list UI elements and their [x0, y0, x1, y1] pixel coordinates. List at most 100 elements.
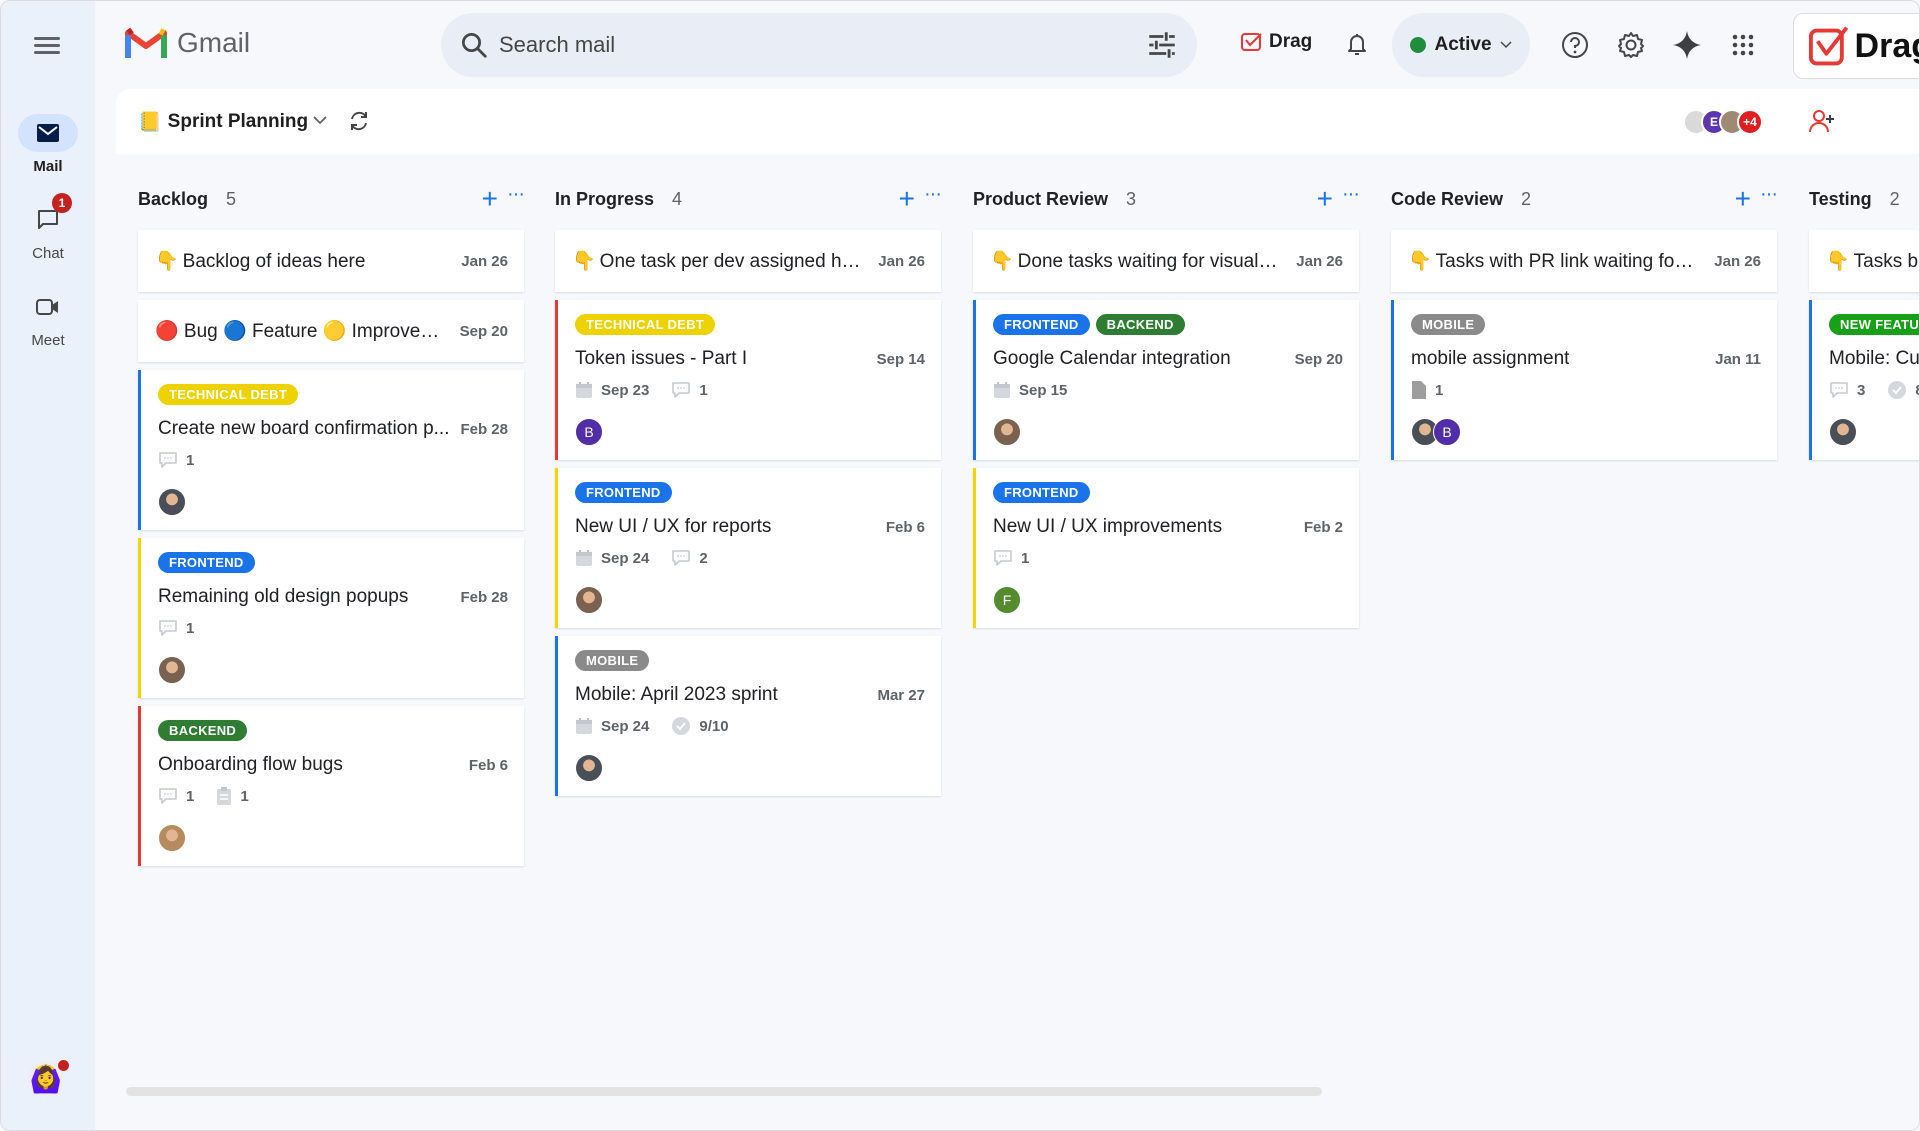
rail-item-mail[interactable]: Mail: [1, 114, 95, 175]
search-icon[interactable]: [459, 30, 489, 60]
assignee-avatar[interactable]: [575, 586, 603, 614]
help-icon[interactable]: [1557, 27, 1593, 63]
gmail-logo[interactable]: Gmail: [125, 27, 250, 59]
card-tags: TECHNICAL DEBT: [575, 314, 925, 336]
comment-icon: [671, 381, 691, 399]
column-title: In Progress: [555, 188, 655, 209]
note-card[interactable]: 👇 One task per dev assigned here Jan 26: [555, 230, 941, 292]
column-header: In Progress 4 + ···: [555, 177, 942, 221]
assignee-avatar[interactable]: F: [993, 586, 1021, 614]
card-tags: FRONTEND: [575, 482, 925, 504]
note-card[interactable]: 👇 Backlog of ideas here Jan 26: [138, 230, 524, 292]
drag-toolbar-label: Drag: [1269, 31, 1313, 52]
meta-comments-value: 1: [699, 381, 708, 399]
rail-item-meet[interactable]: Meet: [1, 288, 95, 349]
task-card[interactable]: FRONTEND New UI / UX improvements Feb 2 1 F: [973, 468, 1359, 628]
notifications-bell-icon[interactable]: [1345, 31, 1369, 62]
add-card-button[interactable]: +: [1735, 185, 1751, 213]
card-assignees: [1829, 418, 1919, 446]
add-card-button[interactable]: +: [482, 185, 498, 213]
note-text-label: Backlog of ideas here: [182, 251, 366, 272]
card-title: Remaining old design popups: [158, 586, 409, 607]
add-member-icon[interactable]: [1808, 107, 1836, 140]
note-text-label: Tasks be: [1853, 251, 1919, 272]
assignee-avatar[interactable]: B: [575, 418, 603, 446]
column-more-icon[interactable]: ···: [924, 183, 942, 206]
search-input[interactable]: [499, 32, 1145, 58]
assignee-avatar[interactable]: [575, 754, 603, 782]
task-card[interactable]: MOBILE Mobile: April 2023 sprint Mar 27 Sep…: [555, 636, 941, 796]
board-members[interactable]: E +4: [1683, 109, 1763, 135]
column-more-icon[interactable]: ···: [1342, 183, 1360, 206]
main-menu-icon[interactable]: [29, 33, 65, 59]
video-icon: [18, 288, 78, 326]
task-card[interactable]: FRONTEND BACKEND Google Calendar integrati…: [973, 300, 1359, 460]
rail-label-meet: Meet: [31, 332, 65, 349]
note-card[interactable]: 👇 Tasks with PR link waiting for ... Jan 2…: [1391, 230, 1777, 292]
board-switch-chevron-icon[interactable]: [312, 113, 328, 131]
meta-checklist-value: 1: [240, 787, 249, 805]
assignee-avatar[interactable]: [993, 418, 1021, 446]
card-assignees: [993, 418, 1343, 446]
card-list: 👇 Done tasks waiting for visual c... Jan 2…: [973, 230, 1359, 628]
add-card-button[interactable]: +: [1317, 185, 1333, 213]
board-column-in-progress: In Progress 4 + ··· 👇 One task per dev assign…: [555, 177, 942, 804]
assignee-avatar[interactable]: [158, 488, 186, 516]
comment-icon: [158, 451, 178, 469]
drag-brand-button[interactable]: Drag: [1793, 13, 1919, 79]
card-title-row: New UI / UX for reports Feb 6: [575, 516, 925, 538]
assignee-avatar[interactable]: [1829, 418, 1857, 446]
horizontal-scrollbar[interactable]: [126, 1087, 1322, 1096]
search-options-icon[interactable]: [1145, 28, 1179, 62]
task-card[interactable]: FRONTEND New UI / UX for reports Feb 6 Sep …: [555, 468, 941, 628]
card-title: New UI / UX for reports: [575, 516, 772, 537]
card-title-row: Create new board confirmation p... Feb 28: [158, 418, 508, 440]
board-panel: 📒 Sprint Planning E +4 Backlog 5 + ··· 👇…: [116, 89, 1919, 1130]
card-meta: Sep 23 1: [575, 380, 925, 400]
gemini-sparkle-icon[interactable]: [1669, 27, 1705, 63]
calendar-icon: [575, 717, 593, 735]
note-card[interactable]: 👇Tasks be: [1809, 230, 1919, 292]
app-name: Gmail: [177, 27, 251, 58]
card-date: Feb 2: [1303, 518, 1343, 536]
task-card[interactable]: TECHNICAL DEBT Create new board confirmat…: [138, 370, 524, 530]
task-card[interactable]: BACKEND Onboarding flow bugs Feb 611: [138, 706, 524, 866]
meta-files: 1: [1411, 380, 1443, 400]
note-text: 🔴 Bug 🔵 Feature 🟡 Improvement: [155, 321, 445, 342]
note-card[interactable]: 👇 Done tasks waiting for visual c... Jan 2…: [973, 230, 1359, 292]
card-title-row: Google Calendar integration Sep 20: [993, 348, 1343, 370]
rail-item-chat[interactable]: 1 Chat: [1, 193, 95, 262]
board-title[interactable]: 📒 Sprint Planning: [138, 110, 308, 134]
meta-comments: 3: [1829, 381, 1865, 399]
add-card-button[interactable]: +: [899, 185, 915, 213]
card-assignees: F: [993, 586, 1343, 614]
status-dropdown[interactable]: Active: [1392, 13, 1530, 77]
chevron-down-icon: [1499, 41, 1512, 49]
card-title-row: Mobile: Cu: [1829, 348, 1919, 370]
task-card[interactable]: TECHNICAL DEBT Token issues - Part I Sep 1…: [555, 300, 941, 460]
drag-toolbar-button[interactable]: Drag: [1241, 31, 1312, 53]
task-card[interactable]: MOBILE mobile assignment Jan 11 1 B: [1391, 300, 1777, 460]
card-title: New UI / UX improvements: [993, 516, 1223, 537]
card-title: Mobile: April 2023 sprint: [575, 684, 778, 705]
note-card[interactable]: 🔴 Bug 🔵 Feature 🟡 Improvement Sep 20: [138, 300, 524, 362]
card-assignees: [158, 824, 508, 852]
status-label: Active: [1434, 34, 1492, 55]
column-more-icon[interactable]: ···: [1760, 183, 1778, 206]
board-title-text: Sprint Planning: [167, 111, 309, 132]
task-card[interactable]: NEW FEATUREMobile: Cu38: [1809, 300, 1919, 460]
settings-gear-icon[interactable]: [1613, 27, 1649, 63]
assignee-avatar[interactable]: [158, 824, 186, 852]
board-column-backlog: Backlog 5 + ··· 👇 Backlog of ideas here Jan 26…: [138, 177, 525, 874]
board-column-testing: Testing2👇Tasks beNEW FEATUREMobile: Cu38: [1809, 177, 1919, 468]
apps-grid-icon[interactable]: [1725, 27, 1761, 63]
refresh-icon[interactable]: [348, 110, 370, 137]
task-card[interactable]: FRONTEND Remaining old design popups Feb 2…: [138, 538, 524, 698]
tag-frontend: FRONTEND: [993, 482, 1090, 503]
assignee-avatar[interactable]: [158, 656, 186, 684]
pointing-down-icon: 👇: [155, 251, 179, 272]
card-meta: 1: [158, 450, 508, 470]
column-more-icon[interactable]: ···: [507, 183, 525, 206]
assignee-avatar[interactable]: B: [1433, 418, 1461, 446]
card-date: Jan 26: [461, 252, 508, 270]
